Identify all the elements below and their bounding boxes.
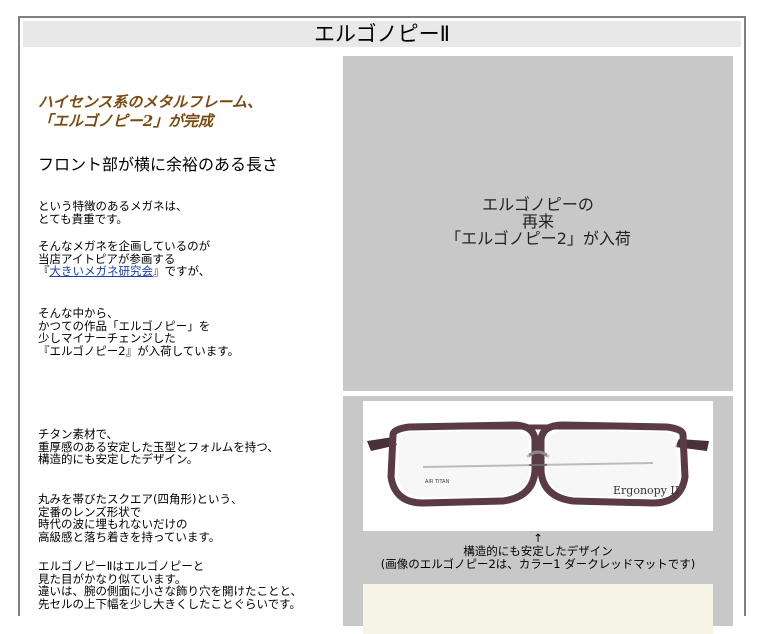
- intro-line: 再来: [521, 212, 554, 231]
- glasses-icon: Ergonopy II AIR TITAN: [367, 421, 709, 507]
- photo-brand-text: Ergonopy II: [613, 484, 679, 497]
- paragraph-4: チタン素材で、 重厚感のある安定した玉型とフォルムを持つ、 構造的にも安定したデ…: [38, 428, 338, 466]
- text-line: 高級感と落ち着きを持っています。: [38, 529, 221, 544]
- paragraph-2: そんなメガネを企画しているのが 当店アイトピアが参画する 『大きいメガネ研究会』…: [38, 240, 338, 278]
- paragraph-1: という特徴のあるメガネは、 とても貴重です。: [38, 200, 338, 225]
- text-line: 構造的にも安定したデザイン。: [38, 452, 199, 466]
- paragraph-3: そんな中から、 かつての作品「エルゴノピー」を 少しマイナーチェンジした 『エル…: [38, 307, 338, 357]
- text-line: チタン素材で、: [38, 427, 119, 441]
- text-line: そんな中から、: [38, 306, 119, 320]
- headline-line: ハイセンス系のメタルフレーム、: [38, 93, 262, 111]
- intro-text: エルゴノピーの 再来 「エルゴノピー2」が入荷: [343, 196, 733, 247]
- second-photo: [363, 584, 713, 634]
- text-line: とても貴重です。: [38, 211, 128, 226]
- intro-panel: エルゴノピーの 再来 「エルゴノピー2」が入荷: [343, 56, 733, 391]
- headline: ハイセンス系のメタルフレーム、 「エルゴノピー2」が完成: [38, 93, 338, 131]
- bracket-open: 『: [38, 264, 50, 278]
- intro-line: エルゴノピーの: [482, 195, 594, 214]
- paragraph-6: エルゴノピーⅡはエルゴノピーと 見た目がかなり似ています。 違いは、腕の側面に小…: [38, 560, 338, 610]
- text-line: 少しマイナーチェンジした: [38, 331, 176, 345]
- photo-caption: ↑ 構造的にも安定したデザイン (画像のエルゴノピー2は、カラー1 ダークレッド…: [343, 532, 733, 571]
- text-line: 時代の波に埋もれないだけの: [38, 517, 188, 531]
- text-line: 『大きいメガネ研究会』ですが、: [38, 265, 338, 278]
- text-suffix: 』ですが、: [153, 264, 211, 278]
- research-group-link[interactable]: 大きいメガネ研究会: [50, 264, 154, 278]
- text-line: 丸みを帯びたスクエア(四角形)という、: [38, 492, 243, 506]
- intro-line: 「エルゴノピー2」が入荷: [445, 229, 631, 248]
- caption-line: (画像のエルゴノピー2は、カラー1 ダークレッドマットです): [380, 557, 696, 571]
- photo-panel: Ergonopy II AIR TITAN ↑ 構造的にも安定したデザイン (画…: [343, 396, 733, 634]
- subhead: フロント部が横に余裕のある長さ: [38, 155, 279, 174]
- text-line: 『エルゴノピー2』が入荷しています。: [38, 343, 240, 358]
- text-line: エルゴノピーⅡはエルゴノピーと: [38, 559, 205, 573]
- photo-temple-text: AIR TITAN: [425, 479, 450, 485]
- text-line: 違いは、腕の側面に小さな飾り穴を開けたことと、: [38, 584, 303, 598]
- paragraph-5: 丸みを帯びたスクエア(四角形)という、 定番のレンズ形状で 時代の波に埋もれない…: [38, 493, 338, 543]
- page-frame: エルゴノピーⅡ ハイセンス系のメタルフレーム、 「エルゴノピー2」が完成 フロン…: [18, 16, 746, 634]
- glasses-photo: Ergonopy II AIR TITAN: [363, 401, 713, 531]
- headline-line: 「エルゴノピー2」が完成: [38, 112, 214, 130]
- text-line: そんなメガネを企画しているのが: [38, 239, 211, 253]
- text-line: という特徴のあるメガネは、: [38, 199, 188, 213]
- page-title: エルゴノピーⅡ: [23, 21, 741, 47]
